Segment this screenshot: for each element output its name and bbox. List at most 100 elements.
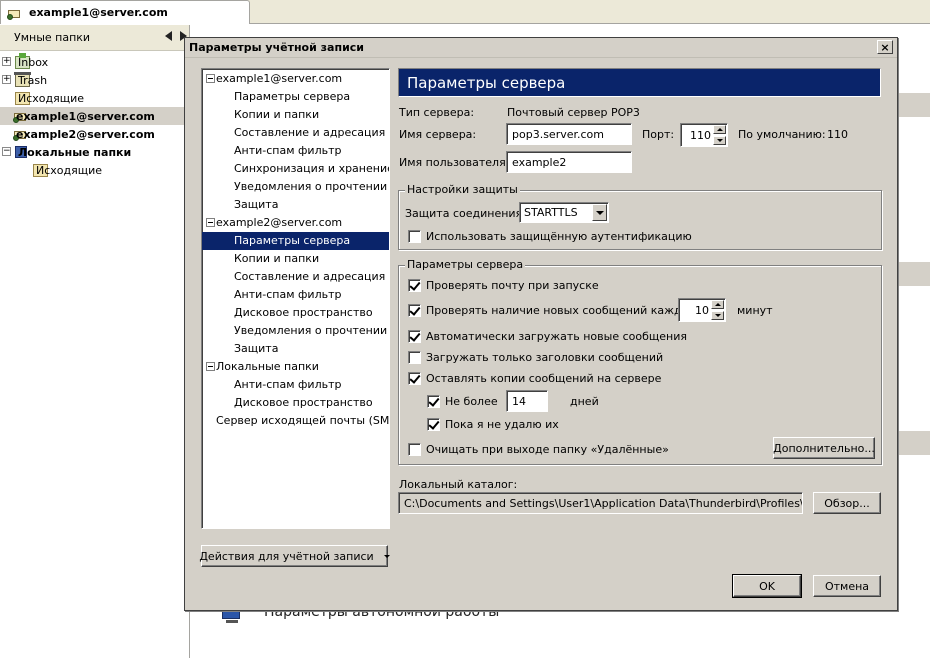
tree-item[interactable]: Синхронизация и хранение	[202, 160, 389, 178]
folder-view-label: Умные папки	[14, 31, 91, 44]
tree-item[interactable]: Анти-спам фильтр	[202, 142, 389, 160]
check-every-label[interactable]: Проверять наличие новых сообщений каждые	[426, 304, 697, 317]
folder-inbox[interactable]: + Inbox	[0, 52, 189, 71]
expand-icon[interactable]: +	[2, 57, 11, 66]
tree-item-label: Параметры сервера	[234, 90, 351, 103]
tree-item[interactable]: Копии и папки	[202, 106, 389, 124]
empty-trash-checkbox[interactable]	[408, 443, 421, 456]
server-name-value: pop3.server.com	[512, 127, 604, 141]
tree-item[interactable]: Анти-спам фильтр	[202, 376, 389, 394]
tree-item[interactable]: Составление и адресация	[202, 124, 389, 142]
tree-item-label: Параметры сервера	[234, 234, 351, 247]
tree-item[interactable]: Уведомления о прочтении	[202, 178, 389, 196]
check-on-startup-label[interactable]: Проверять почту при запуске	[426, 279, 599, 292]
tree-item[interactable]: Копии и папки	[202, 250, 389, 268]
no-more-than-checkbox[interactable]	[427, 395, 440, 408]
tab-account[interactable]: example1@server.com	[0, 0, 250, 24]
folder-local[interactable]: − Локальные папки	[0, 143, 189, 161]
folder-label: example1@server.com	[16, 109, 155, 123]
local-directory-path: C:\Documents and Settings\User1\Applicat…	[404, 496, 803, 510]
cancel-button[interactable]: Отмена	[813, 575, 881, 597]
tree-item-smtp[interactable]: Сервер исходящей почты (SMTP)	[202, 412, 389, 430]
server-name-input[interactable]: pop3.server.com	[506, 123, 632, 145]
tree-item[interactable]: Защита	[202, 340, 389, 358]
tree-item[interactable]: Дисковое пространство	[202, 304, 389, 322]
account-settings-dialog: Параметры учётной записи × example1@serv…	[184, 37, 898, 611]
mail-account-icon	[7, 7, 21, 20]
advanced-button[interactable]: Дополнительно...	[773, 437, 875, 459]
connection-security-label: Защита соединения:	[405, 207, 526, 220]
no-more-than-label[interactable]: Не более	[445, 395, 498, 408]
previous-view-icon[interactable]	[165, 31, 172, 41]
connection-security-select[interactable]: STARTTLS	[519, 202, 609, 223]
user-name-input[interactable]: example2	[506, 151, 632, 173]
tree-item[interactable]: Составление и адресация	[202, 268, 389, 286]
security-group-title: Настройки защиты	[405, 183, 520, 196]
secure-auth-checkbox[interactable]	[408, 230, 421, 243]
tree-account-1[interactable]: example1@server.com	[202, 70, 389, 88]
account-tree[interactable]: example1@server.com Параметры сервера Ко…	[201, 68, 390, 529]
folder-label: Исходящие	[18, 91, 85, 105]
account-actions-button[interactable]: Действия для учётной записи	[199, 545, 390, 567]
spin-up-icon[interactable]	[713, 125, 726, 134]
collapse-icon[interactable]: −	[2, 147, 11, 156]
days-input[interactable]: 14	[506, 390, 548, 412]
folder-account-1[interactable]: example1@server.com	[0, 107, 189, 125]
tree-item[interactable]: Дисковое пространство	[202, 394, 389, 412]
tree-item-selected[interactable]: Параметры сервера	[202, 232, 389, 250]
server-type-value: Почтовый сервер POP3	[507, 106, 640, 119]
auto-download-checkbox[interactable]	[408, 330, 421, 343]
close-button[interactable]: ×	[877, 40, 893, 54]
dropdown-caret-icon	[383, 554, 390, 558]
ok-button[interactable]: OK	[732, 574, 802, 598]
minutes-label: минут	[737, 304, 773, 317]
tree-account-2[interactable]: example2@server.com	[202, 214, 389, 232]
tree-item-label: Уведомления о прочтении	[234, 324, 388, 337]
tree-item-label: Защита	[234, 198, 279, 211]
leave-copies-label[interactable]: Оставлять копии сообщений на сервере	[426, 372, 661, 385]
tree-local-folders[interactable]: Локальные папки	[202, 358, 389, 376]
collapse-icon[interactable]	[206, 218, 215, 227]
tree-item-label: Анти-спам фильтр	[234, 144, 342, 157]
section-header-stripe	[897, 262, 930, 286]
empty-trash-label[interactable]: Очищать при выходе папку «Удалённые»	[426, 443, 669, 456]
tree-item[interactable]: Параметры сервера	[202, 88, 389, 106]
close-icon: ×	[880, 40, 890, 54]
check-every-checkbox[interactable]	[408, 304, 421, 317]
account-actions-label: Действия для учётной записи	[199, 549, 374, 563]
port-stepper[interactable]: 110	[680, 123, 728, 147]
check-on-startup-checkbox[interactable]	[408, 279, 421, 292]
headers-only-checkbox[interactable]	[408, 351, 421, 364]
auto-download-label[interactable]: Автоматически загружать новые сообщения	[426, 330, 687, 343]
collapse-icon[interactable]	[206, 362, 215, 371]
folder-pane-header[interactable]: Умные папки	[0, 25, 189, 51]
until-delete-checkbox[interactable]	[427, 418, 440, 431]
spin-up-icon[interactable]	[711, 300, 724, 309]
spin-down-icon[interactable]	[711, 311, 724, 320]
check-interval-stepper[interactable]: 10	[678, 298, 726, 322]
dialog-titlebar[interactable]: Параметры учётной записи ×	[185, 38, 897, 58]
tree-item[interactable]: Уведомления о прочтении	[202, 322, 389, 340]
dropdown-arrow-icon[interactable]	[592, 204, 607, 221]
connection-security-value: STARTTLS	[524, 206, 578, 219]
tree-item-label: Анти-спам фильтр	[234, 288, 342, 301]
port-value: 110	[690, 128, 711, 142]
folder-account-2[interactable]: example2@server.com	[0, 125, 189, 143]
headers-only-label[interactable]: Загружать только заголовки сообщений	[426, 351, 663, 364]
folder-outbox[interactable]: Исходящие	[0, 89, 189, 107]
browse-button[interactable]: Обзор...	[813, 492, 881, 514]
tree-item[interactable]: Анти-спам фильтр	[202, 286, 389, 304]
tree-item-label: Составление и адресация	[234, 270, 386, 283]
folder-trash[interactable]: + Trash	[0, 71, 189, 89]
folder-local-outbox[interactable]: Исходящие	[0, 161, 189, 179]
leave-copies-checkbox[interactable]	[408, 372, 421, 385]
spin-down-icon[interactable]	[713, 136, 726, 145]
tree-item-label: Локальные папки	[216, 360, 319, 373]
expand-icon[interactable]: +	[2, 75, 11, 84]
local-directory-input[interactable]: C:\Documents and Settings\User1\Applicat…	[398, 492, 803, 514]
until-delete-label[interactable]: Пока я не удалю их	[445, 418, 559, 431]
secure-auth-label[interactable]: Использовать защищённую аутентификацию	[426, 230, 692, 243]
folder-label: Локальные папки	[18, 145, 132, 159]
collapse-icon[interactable]	[206, 74, 215, 83]
tree-item[interactable]: Защита	[202, 196, 389, 214]
